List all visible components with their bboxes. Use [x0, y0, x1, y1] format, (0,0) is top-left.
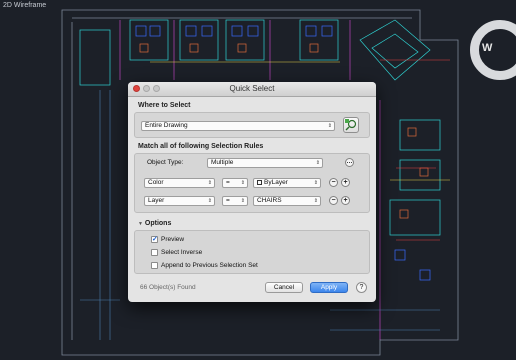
objects-found-status: 66 Object(s) Found [140, 284, 196, 291]
where-group: Entire Drawing ⇕ [134, 112, 370, 138]
preview-checkbox[interactable]: ✓ [151, 236, 158, 243]
help-button[interactable]: ? [356, 282, 367, 293]
cancel-button[interactable]: Cancel [265, 282, 303, 293]
dropdown-arrow-icon: ⇕ [240, 180, 245, 186]
dropdown-arrow-icon: ⇕ [207, 180, 212, 186]
dropdown-arrow-icon: ⇕ [207, 198, 212, 204]
rule-2-value: CHAIRS [257, 197, 282, 204]
compass-west-label: W [482, 42, 493, 54]
rule-1-property-value: Color [148, 179, 164, 186]
options-group: ✓ Preview Select Inverse Append to Previ… [134, 230, 370, 274]
rules-group: Object Type: Multiple ⇕ … Color ⇕ = ⇕ By… [134, 153, 370, 213]
more-options-button[interactable]: … [345, 158, 354, 167]
object-type-label: Object Type: [147, 159, 184, 166]
color-swatch-icon [257, 180, 262, 185]
rule-1-operator-dropdown[interactable]: = ⇕ [222, 178, 248, 188]
object-type-value: Multiple [211, 159, 234, 166]
select-objects-icon [345, 119, 357, 131]
disclosure-triangle-icon: ▼ [138, 221, 143, 227]
rule-1-value-dropdown[interactable]: ByLayer ⇕ [253, 178, 321, 188]
rule-1-remove-button[interactable]: − [329, 178, 338, 187]
rule-2-remove-button[interactable]: − [329, 196, 338, 205]
object-type-dropdown[interactable]: Multiple ⇕ [207, 158, 323, 168]
rule-1-property-dropdown[interactable]: Color ⇕ [144, 178, 215, 188]
preview-label: Preview [161, 236, 185, 243]
viewport-label[interactable]: 2D Wireframe [3, 2, 46, 9]
append-selection-checkbox[interactable] [151, 262, 158, 269]
where-dropdown-value: Entire Drawing [145, 122, 188, 129]
apply-button[interactable]: Apply [310, 282, 348, 293]
quick-select-dialog: Quick Select Where to Select Entire Draw… [128, 82, 376, 302]
append-selection-label: Append to Previous Selection Set [161, 262, 258, 269]
match-rules-label: Match all of following Selection Rules [138, 143, 264, 150]
rule-2-add-button[interactable]: + [341, 196, 350, 205]
rule-2-property-dropdown[interactable]: Layer ⇕ [144, 196, 215, 206]
dropdown-arrow-icon: ⇕ [313, 198, 318, 204]
dropdown-arrow-icon: ⇕ [315, 160, 320, 166]
where-dropdown[interactable]: Entire Drawing ⇕ [141, 121, 335, 131]
rule-2-operator-value: = [226, 197, 230, 204]
rule-1-value: ByLayer [264, 179, 288, 186]
rule-2-property-value: Layer [148, 197, 165, 204]
where-to-select-label: Where to Select [138, 102, 191, 109]
rule-1-add-button[interactable]: + [341, 178, 350, 187]
dropdown-arrow-icon: ⇕ [313, 180, 318, 186]
options-disclosure[interactable]: ▼ Options [138, 220, 171, 227]
rule-2-operator-dropdown[interactable]: = ⇕ [222, 196, 248, 206]
dropdown-arrow-icon: ⇕ [240, 198, 245, 204]
dialog-titlebar[interactable]: Quick Select [128, 82, 376, 97]
select-inverse-checkbox[interactable] [151, 249, 158, 256]
dropdown-arrow-icon: ⇕ [327, 123, 332, 129]
dialog-title: Quick Select [229, 84, 275, 93]
rule-1-operator-value: = [226, 179, 230, 186]
select-inverse-label: Select Inverse [161, 249, 203, 256]
rule-2-value-dropdown[interactable]: CHAIRS ⇕ [253, 196, 321, 206]
select-objects-button[interactable] [343, 117, 359, 133]
options-label: Options [144, 220, 172, 227]
